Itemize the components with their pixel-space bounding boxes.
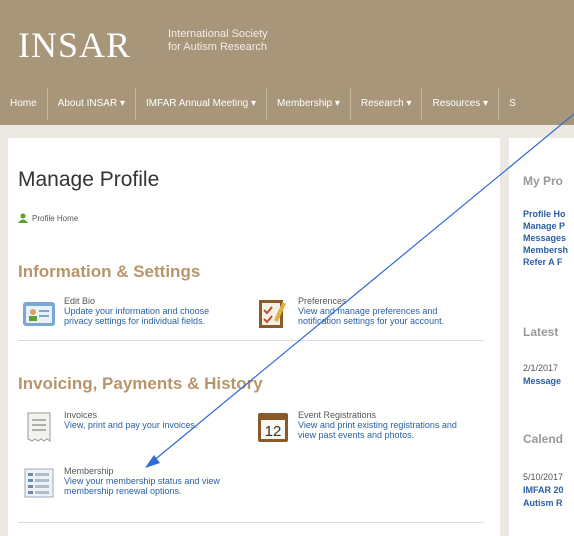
annotation-arrow	[145, 113, 574, 468]
